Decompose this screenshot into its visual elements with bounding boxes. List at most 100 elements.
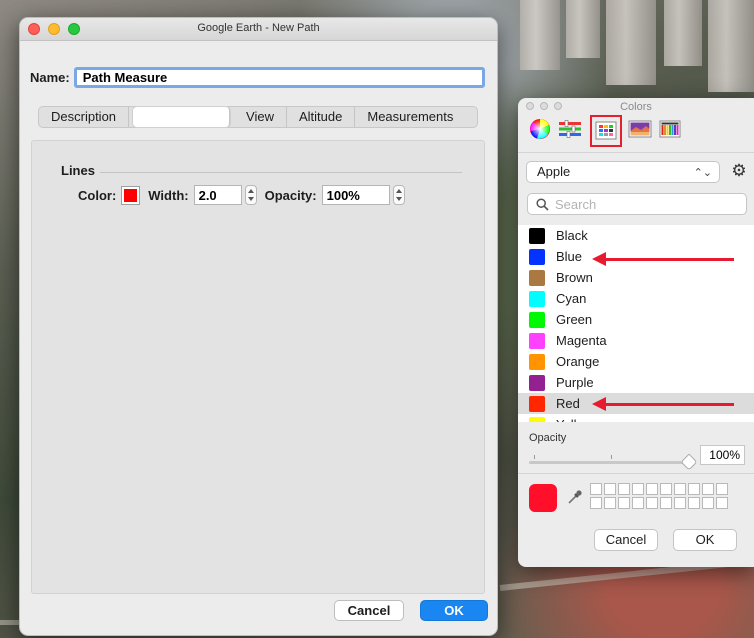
slider-tick <box>611 455 612 459</box>
new-path-dialog: Google Earth - New Path Name: Descriptio… <box>19 17 498 636</box>
color-label: Color: <box>78 187 117 203</box>
empty-swatch[interactable] <box>590 497 602 509</box>
color-name: Magenta <box>556 333 607 348</box>
color-swatch <box>529 311 545 328</box>
color-list-item[interactable]: Green <box>518 309 754 330</box>
empty-swatch[interactable] <box>646 497 658 509</box>
empty-swatch[interactable] <box>716 483 728 495</box>
line-color-swatch[interactable] <box>121 185 141 205</box>
group-divider <box>100 172 462 173</box>
tab-measurements[interactable]: Measurements <box>355 107 465 127</box>
opacity-stepper[interactable] <box>392 185 405 205</box>
color-name: Purple <box>556 375 594 390</box>
color-name: Black <box>556 228 588 243</box>
empty-swatch[interactable] <box>674 483 686 495</box>
gear-icon[interactable]: ⚙ <box>730 162 748 180</box>
tab-view[interactable]: View <box>234 107 287 127</box>
slider-track <box>529 461 691 464</box>
color-wheel-icon[interactable] <box>528 117 552 141</box>
color-swatch <box>529 395 545 412</box>
empty-swatch[interactable] <box>702 497 714 509</box>
pencils-icon[interactable] <box>658 117 682 141</box>
building <box>664 0 702 66</box>
image-palettes-icon[interactable] <box>628 117 652 141</box>
color-palettes-icon[interactable] <box>590 115 622 147</box>
empty-swatch[interactable] <box>674 497 686 509</box>
empty-swatch[interactable] <box>618 497 630 509</box>
name-input[interactable] <box>73 67 485 88</box>
color-name: Cyan <box>556 291 587 306</box>
lines-settings-row: Color: Width: Opacity: <box>78 185 413 205</box>
building <box>566 0 600 58</box>
annotation-arrow-blue <box>592 252 734 266</box>
empty-swatch[interactable] <box>688 497 700 509</box>
color-swatch <box>529 269 545 286</box>
name-label: Name: <box>30 70 70 85</box>
lines-group-title: Lines <box>61 163 95 178</box>
color-name: Blue <box>556 249 583 264</box>
cancel-button[interactable]: Cancel <box>334 600 404 621</box>
color-name: Brown <box>556 270 593 285</box>
colors-title: Colors <box>620 101 652 113</box>
colors-opacity-label: Opacity <box>529 432 567 444</box>
color-swatch <box>529 290 545 307</box>
opacity-input[interactable] <box>321 185 390 205</box>
colors-opacity-input[interactable] <box>700 445 745 465</box>
width-stepper[interactable] <box>244 185 257 205</box>
empty-swatch[interactable] <box>660 483 672 495</box>
colors-toolbar-divider <box>518 152 754 153</box>
empty-swatch[interactable] <box>716 497 728 509</box>
name-row: Name: <box>30 67 485 88</box>
search-input[interactable] <box>553 195 737 213</box>
empty-swatch[interactable] <box>688 483 700 495</box>
color-list-item[interactable]: Blue <box>518 246 754 267</box>
line-color-fill <box>124 188 138 202</box>
empty-swatch[interactable] <box>702 483 714 495</box>
empty-swatch[interactable] <box>590 483 602 495</box>
palette-selected-value: Apple <box>537 164 571 179</box>
color-swatch <box>529 416 545 422</box>
ok-button[interactable]: OK <box>420 600 488 621</box>
empty-swatch[interactable] <box>646 483 658 495</box>
current-color-well[interactable] <box>529 484 557 512</box>
opacity-slider[interactable] <box>529 453 698 471</box>
color-search-field[interactable] <box>527 193 747 215</box>
tab-bar: Description View Altitude Measurements <box>38 106 478 128</box>
tab-description[interactable]: Description <box>39 107 130 127</box>
color-swatch <box>529 248 545 265</box>
width-input[interactable] <box>193 185 242 205</box>
color-list-item[interactable]: Yellow <box>518 414 754 422</box>
slider-thumb[interactable] <box>680 453 698 471</box>
color-list-item[interactable]: Cyan <box>518 288 754 309</box>
color-sliders-icon[interactable] <box>558 117 582 141</box>
colors-cancel-button[interactable]: Cancel <box>594 529 658 551</box>
eyedropper-icon[interactable] <box>566 488 584 506</box>
opacity-label: Opacity: <box>264 187 317 203</box>
color-list-item[interactable]: Black <box>518 225 754 246</box>
tab-style-selected[interactable] <box>133 107 231 127</box>
empty-swatch[interactable] <box>604 497 616 509</box>
color-name: Yellow <box>556 417 593 422</box>
colors-ok-button[interactable]: OK <box>673 529 737 551</box>
building <box>606 0 656 85</box>
color-list-item[interactable]: Purple <box>518 372 754 393</box>
empty-swatch[interactable] <box>660 497 672 509</box>
color-list-item[interactable]: Magenta <box>518 330 754 351</box>
width-label: Width: <box>148 187 189 203</box>
building <box>708 0 754 92</box>
empty-swatch[interactable] <box>632 497 644 509</box>
empty-swatch[interactable] <box>618 483 630 495</box>
palette-select[interactable]: Apple ⌃⌄ <box>526 161 720 183</box>
search-icon <box>536 197 549 211</box>
color-list: Black Blue Brown Cyan Green Magenta Orange Purp… <box>518 225 754 422</box>
color-swatch <box>529 227 545 244</box>
color-list-item[interactable]: Orange <box>518 351 754 372</box>
annotation-arrow-red <box>592 397 734 411</box>
colors-title-bar: Colors <box>518 98 754 114</box>
color-list-item[interactable]: Brown <box>518 267 754 288</box>
empty-swatch[interactable] <box>604 483 616 495</box>
color-name: Green <box>556 312 593 327</box>
building <box>520 0 560 70</box>
tab-altitude[interactable]: Altitude <box>287 107 356 127</box>
empty-swatch[interactable] <box>632 483 644 495</box>
